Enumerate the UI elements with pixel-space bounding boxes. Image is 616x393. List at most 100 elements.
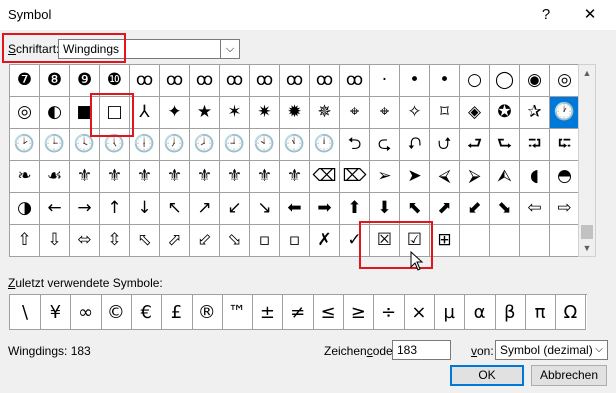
recent-symbol-cell[interactable]: ™	[222, 295, 254, 330]
symbol-cell[interactable]: •	[400, 65, 430, 97]
symbol-cell[interactable]: ⇦	[520, 193, 550, 225]
grid-scrollbar[interactable]: ▲ ▼	[578, 64, 596, 257]
symbol-cell[interactable]: ⌫	[310, 161, 340, 193]
symbol-cell[interactable]: ⚜	[130, 161, 160, 193]
symbol-cell[interactable]: ❾	[70, 65, 100, 97]
symbol-cell[interactable]: ⅄	[130, 97, 160, 129]
symbol-cell[interactable]: ◉	[520, 65, 550, 97]
scroll-up-icon[interactable]: ▲	[579, 65, 595, 81]
symbol-cell[interactable]: ⮚	[460, 161, 490, 193]
symbol-cell[interactable]: 🕙	[250, 129, 280, 161]
symbol-cell[interactable]: 🕓	[70, 129, 100, 161]
symbol-cell[interactable]: ⬇	[370, 193, 400, 225]
symbol-cell[interactable]: ⮎	[370, 129, 400, 161]
symbol-cell[interactable]: ⇳	[100, 225, 130, 257]
symbol-cell[interactable]: ↓	[130, 193, 160, 225]
symbol-cell[interactable]: ⬁	[130, 225, 160, 257]
symbol-cell[interactable]: ◎	[10, 97, 40, 129]
symbol-cell[interactable]: ⮍	[430, 129, 460, 161]
cancel-button[interactable]: Abbrechen	[531, 365, 607, 386]
symbol-cell[interactable]: ⮙	[490, 161, 520, 193]
scroll-thumb[interactable]	[581, 225, 593, 239]
symbol-cell[interactable]: ⮐	[460, 129, 490, 161]
symbol-cell[interactable]: ⇨	[550, 193, 580, 225]
symbol-cell[interactable]: ⊞	[430, 225, 460, 257]
symbol-cell[interactable]: ➤	[400, 161, 430, 193]
recent-symbol-cell[interactable]: π	[525, 295, 557, 330]
symbol-cell[interactable]: ■	[70, 97, 100, 129]
symbol-cell[interactable]: ⮘	[430, 161, 460, 193]
symbol-cell[interactable]: ▫	[280, 225, 310, 257]
symbol-cell[interactable]: ⚜	[220, 161, 250, 193]
symbol-cell[interactable]: ❿	[100, 65, 130, 97]
symbol-cell[interactable]: ◎	[550, 65, 580, 97]
symbol-cell[interactable]: ⌑	[430, 97, 460, 129]
symbol-cell[interactable]: ★	[190, 97, 220, 129]
recent-symbol-cell[interactable]: ÷	[373, 295, 405, 330]
symbol-grid[interactable]: ❼ ❽ ❾ ❿ ꝏ ꝏ ꝏ ꝏ ꝏ ꝏ ꝏ ꝏ · • • ○ ◯ ◉ ◎ ◎ ◐ ■ □ ⅄ ✦ ★ ✶ ✷ ✹ ✵ ⌖ ⌖ ✧ ⌑ ◈ ✪ ✰ 🕐 🕑 🕒…	[9, 64, 580, 257]
symbol-cell[interactable]: 🕛	[310, 129, 340, 161]
symbol-cell[interactable]: ↙	[220, 193, 250, 225]
recent-symbol-cell[interactable]: ¥	[40, 295, 72, 330]
symbol-cell[interactable]: ↗	[190, 193, 220, 225]
symbol-cell[interactable]: ⬈	[430, 193, 460, 225]
symbol-cell[interactable]: ꝏ	[220, 65, 250, 97]
recent-symbol-cell[interactable]: £	[161, 295, 193, 330]
symbol-cell[interactable]: ⬄	[70, 225, 100, 257]
recent-symbol-cell[interactable]: ≠	[282, 295, 314, 330]
ok-button[interactable]: OK	[450, 365, 524, 386]
symbol-cell[interactable]: ꝏ	[160, 65, 190, 97]
symbol-cell[interactable]: ·	[370, 65, 400, 97]
symbol-cell[interactable]: ◈	[460, 97, 490, 129]
recent-symbol-cell[interactable]: \	[10, 295, 41, 330]
symbol-cell[interactable]: ⚜	[160, 161, 190, 193]
symbol-cell[interactable]: ⮑	[490, 129, 520, 161]
font-dropdown-button[interactable]: ⌵	[221, 39, 240, 59]
symbol-cell[interactable]: ❽	[40, 65, 70, 97]
symbol-cell[interactable]: ○	[460, 65, 490, 97]
symbol-cell[interactable]: ◐	[40, 97, 70, 129]
symbol-cell[interactable]: ❧	[10, 161, 40, 193]
symbol-cell[interactable]	[460, 225, 490, 257]
symbol-cell[interactable]: ➢	[370, 161, 400, 193]
symbol-cell[interactable]: ꝏ	[280, 65, 310, 97]
symbol-cell[interactable]: ✦	[160, 97, 190, 129]
symbol-cell[interactable]: ✷	[250, 97, 280, 129]
symbol-cell[interactable]: 🕚	[280, 129, 310, 161]
close-button[interactable]: ✕	[578, 4, 602, 26]
symbol-cell[interactable]: ⚜	[100, 161, 130, 193]
symbol-cell[interactable]: →	[70, 193, 100, 225]
symbol-cell[interactable]: ←	[40, 193, 70, 225]
symbol-cell[interactable]: ✪	[490, 97, 520, 129]
symbol-cell[interactable]: ⬋	[460, 193, 490, 225]
symbol-cell[interactable]	[550, 225, 580, 257]
from-select[interactable]: Symbol (dezimal) ⌵	[495, 340, 608, 360]
symbol-cell[interactable]: ✓	[340, 225, 370, 257]
recent-symbol-cell[interactable]: ∞	[70, 295, 102, 330]
symbol-cell[interactable]: •	[430, 65, 460, 97]
symbol-cell[interactable]: ◑	[10, 193, 40, 225]
symbol-cell[interactable]: ꝏ	[130, 65, 160, 97]
symbol-cell[interactable]: ⬂	[220, 225, 250, 257]
recent-symbol-cell[interactable]: ≥	[343, 295, 375, 330]
symbol-cell[interactable]: 🕕	[130, 129, 160, 161]
font-combobox[interactable]: Wingdings	[58, 39, 221, 59]
symbol-cell[interactable]: ⌖	[340, 97, 370, 129]
symbol-cell[interactable]: 🕔	[100, 129, 130, 161]
symbol-cell[interactable]: ✹	[280, 97, 310, 129]
symbol-cell[interactable]: ☒	[370, 225, 400, 257]
symbol-cell[interactable]: ✶	[220, 97, 250, 129]
recent-symbol-cell[interactable]: ≤	[313, 295, 344, 330]
symbol-cell[interactable]: ✵	[310, 97, 340, 129]
symbol-cell[interactable]: ⬊	[490, 193, 520, 225]
recent-symbol-cell[interactable]: α	[464, 295, 496, 330]
symbol-cell[interactable]: ꝏ	[190, 65, 220, 97]
symbol-cell[interactable]: ❼	[10, 65, 40, 97]
symbol-cell[interactable]: 🕐	[550, 97, 580, 129]
symbol-cell[interactable]: ✧	[400, 97, 430, 129]
scroll-down-icon[interactable]: ▼	[579, 240, 595, 256]
symbol-cell[interactable]: 🕘	[220, 129, 250, 161]
symbol-cell[interactable]: ↖	[160, 193, 190, 225]
symbol-cell[interactable]: ⌖	[370, 97, 400, 129]
help-button[interactable]: ?	[534, 4, 558, 26]
